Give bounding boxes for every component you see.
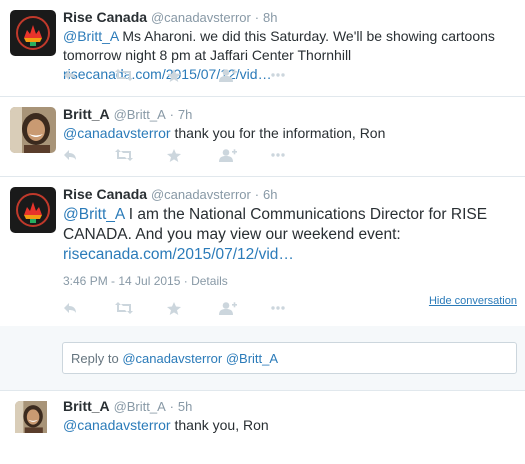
hide-conversation-link[interactable]: Hide conversation — [429, 295, 517, 307]
more-icon[interactable] — [271, 67, 323, 83]
tweet-body: Ms Aharoni. we did this Saturday. We'll … — [63, 28, 495, 63]
tweet-header: Rise Canada @canadavsterror · 8h — [63, 9, 517, 26]
retweet-icon[interactable] — [115, 147, 167, 163]
reply-icon[interactable] — [63, 67, 115, 83]
more-icon[interactable] — [271, 147, 323, 163]
author-fullname[interactable]: Rise Canada — [63, 9, 147, 25]
reply-icon[interactable] — [63, 147, 115, 163]
follow-icon[interactable] — [219, 147, 271, 163]
author-handle[interactable]: @Britt_A — [114, 399, 166, 414]
rise-canada-avatar[interactable] — [10, 187, 56, 233]
tweet-time[interactable]: 5h — [178, 399, 192, 414]
separator-dot: · — [169, 107, 175, 122]
reply-icon[interactable] — [63, 300, 115, 316]
mention-link[interactable]: @Britt_A — [63, 28, 118, 44]
author-handle[interactable]: @canadavsterror — [151, 187, 251, 202]
more-icon[interactable] — [271, 300, 323, 316]
retweet-icon[interactable] — [115, 300, 167, 316]
tweet-actions — [63, 67, 323, 83]
follow-icon[interactable] — [219, 67, 271, 83]
tweet-body: thank you, Ron — [170, 417, 269, 433]
separator-dot: · — [169, 399, 175, 414]
reply-prefix: Reply to — [71, 351, 123, 366]
author-fullname[interactable]: Rise Canada — [63, 186, 147, 202]
mention-link[interactable]: @canadavsterror — [63, 125, 171, 141]
author-fullname[interactable]: Britt_A — [63, 398, 110, 414]
separator-dot: · — [254, 187, 260, 202]
tweet-meta: 3:46 PM - 14 Jul 2015 · Details — [63, 274, 228, 288]
reply-input[interactable]: Reply to @canadavsterror @Britt_A — [62, 342, 517, 374]
details-link[interactable]: Details — [191, 274, 228, 288]
tweet-text: @Britt_A I am the National Communication… — [63, 205, 517, 265]
tweet-header: Britt_A @Britt_A · 5h — [63, 398, 517, 415]
tweet-4[interactable]: Britt_A @Britt_A · 5h @canadavsterror th… — [0, 390, 525, 464]
mention-link[interactable]: @canadavsterror — [63, 417, 171, 433]
rise-canada-avatar[interactable] — [10, 10, 56, 56]
reply-composer-area: Reply to @canadavsterror @Britt_A — [0, 326, 525, 390]
author-handle[interactable]: @canadavsterror — [151, 10, 251, 25]
tweet-time[interactable]: 7h — [178, 107, 192, 122]
separator-dot: · — [183, 274, 188, 288]
separator-dot: · — [254, 10, 260, 25]
tweet-2[interactable]: Britt_A @Britt_A · 7h @canadavsterror th… — [0, 97, 525, 177]
tweet-body: thank you for the information, Ron — [170, 125, 386, 141]
reply-mentions: @canadavsterror @Britt_A — [122, 351, 279, 366]
tweet-text: @canadavsterror thank you for the inform… — [63, 124, 517, 143]
tweet-body: I am the National Communications Directo… — [63, 206, 488, 243]
favorite-icon[interactable] — [167, 147, 219, 163]
author-fullname[interactable]: Britt_A — [63, 106, 110, 122]
tweet-timestamp[interactable]: 3:46 PM - 14 Jul 2015 — [63, 274, 180, 288]
tweet-actions — [63, 147, 323, 163]
url-link[interactable]: risecanada.com/2015/07/12/vid… — [63, 246, 294, 263]
tweet-header: Rise Canada @canadavsterror · 6h — [63, 186, 517, 203]
tweet-time[interactable]: 6h — [263, 187, 277, 202]
author-handle[interactable]: @Britt_A — [114, 107, 166, 122]
retweet-icon[interactable] — [115, 67, 167, 83]
follow-icon[interactable] — [219, 300, 271, 316]
tweet-1[interactable]: Rise Canada @canadavsterror · 8h @Britt_… — [0, 0, 525, 97]
britt-a-avatar[interactable] — [15, 401, 61, 447]
tweet-time[interactable]: 8h — [263, 10, 277, 25]
mention-link[interactable]: @Britt_A — [63, 206, 124, 223]
favorite-icon[interactable] — [167, 67, 219, 83]
tweet-text: @canadavsterror thank you, Ron — [63, 416, 517, 435]
britt-a-avatar[interactable] — [10, 107, 56, 153]
tweet-header: Britt_A @Britt_A · 7h — [63, 106, 517, 123]
favorite-icon[interactable] — [167, 300, 219, 316]
tweet-actions — [63, 300, 323, 316]
